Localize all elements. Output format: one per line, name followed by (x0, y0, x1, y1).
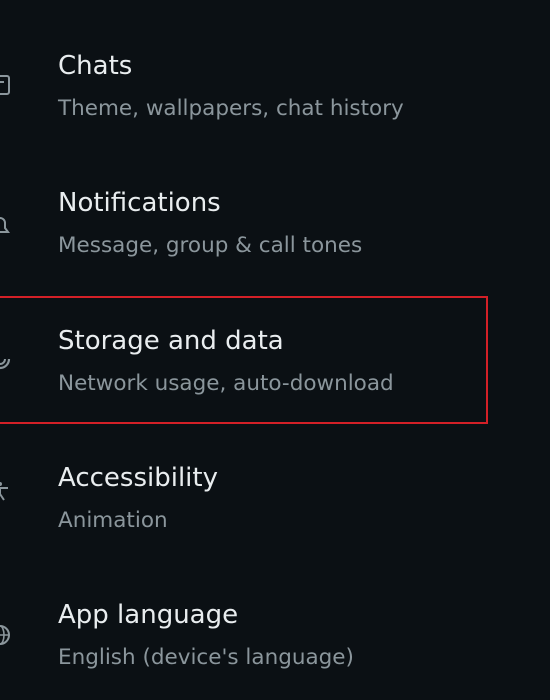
settings-item-subtitle: Network usage, auto-download (58, 371, 394, 396)
settings-item-subtitle: Animation (58, 508, 168, 533)
settings-item-subtitle: Theme, wallpapers, chat history (58, 96, 404, 121)
settings-item-storage-and-data[interactable]: Storage and data Network usage, auto-dow… (0, 274, 550, 411)
settings-item-subtitle: English (device's language) (58, 645, 354, 670)
storage-icon (0, 347, 12, 371)
accessibility-icon (0, 479, 12, 503)
chat-icon (0, 73, 12, 97)
settings-item-subtitle: Message, group & call tones (58, 233, 363, 258)
settings-list: Chats Theme, wallpapers, chat history No… (0, 0, 550, 700)
settings-item-title: Storage and data (58, 326, 284, 356)
settings-item-title: Accessibility (58, 463, 218, 493)
globe-icon (0, 623, 12, 647)
settings-item-title: Chats (58, 51, 133, 81)
settings-item-accessibility[interactable]: Accessibility Animation (0, 411, 550, 548)
settings-item-notifications[interactable]: Notifications Message, group & call tone… (0, 137, 550, 274)
settings-item-app-language[interactable]: App language English (device's language) (0, 548, 550, 685)
settings-item-chats[interactable]: Chats Theme, wallpapers, chat history (0, 0, 550, 137)
settings-item-title: App language (58, 600, 239, 630)
bell-icon (0, 214, 12, 238)
settings-item-title: Notifications (58, 188, 221, 218)
